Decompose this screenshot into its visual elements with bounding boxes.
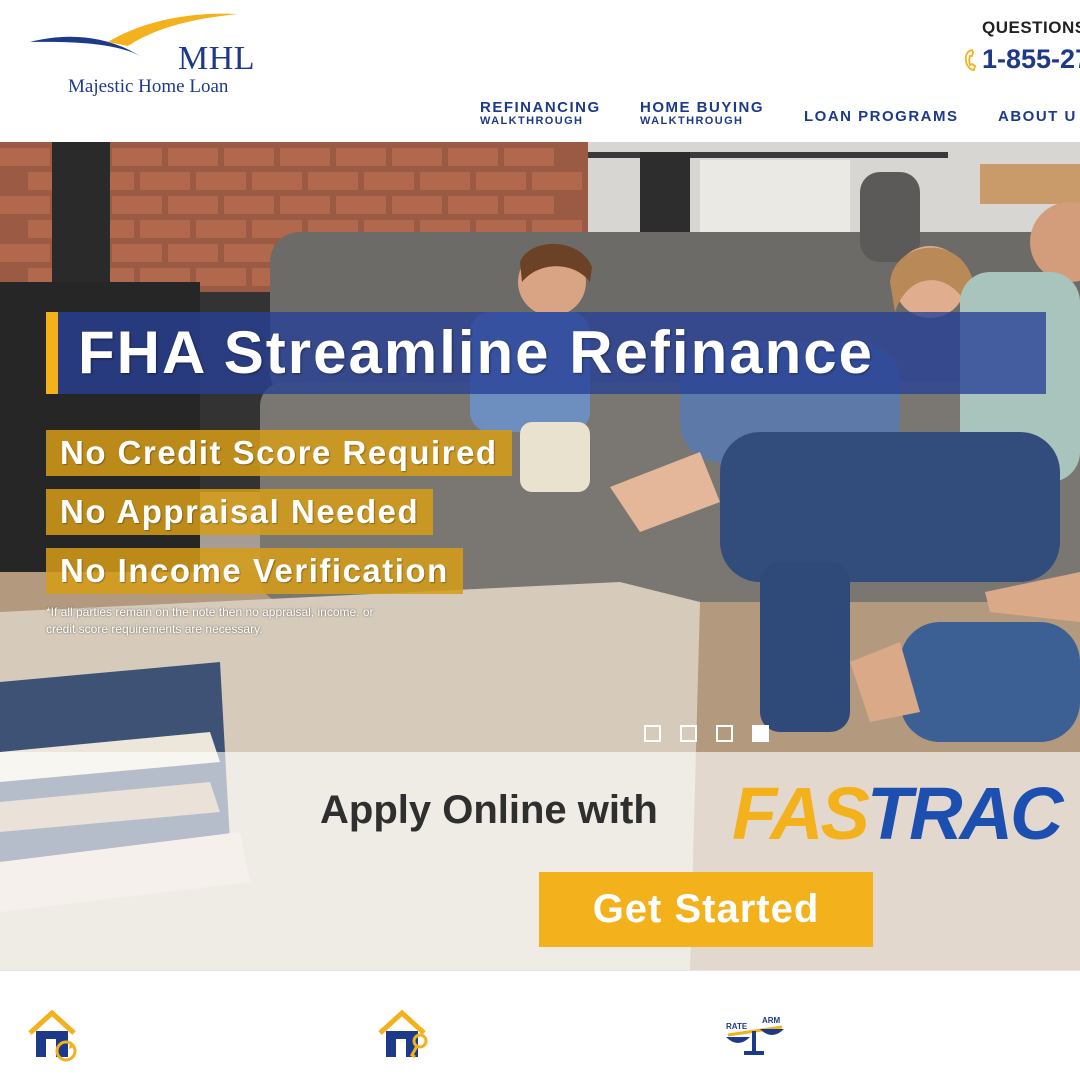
fastrac-logo-part2: TRAC [866, 772, 1064, 855]
nav-about-us[interactable]: ABOUT U [998, 108, 1077, 125]
nav-home-buying-line1: HOME BUYING [640, 99, 765, 116]
get-started-button[interactable]: Get Started [539, 872, 873, 947]
benefit-badge: No Credit Score Required [46, 430, 512, 476]
logo-company-name: Majestic Home Loan [68, 76, 229, 97]
rate-arm-scale-icon[interactable]: RATE ARM [724, 1015, 786, 1057]
house-key-icon[interactable] [376, 1007, 432, 1063]
scale-label-rate: RATE [726, 1022, 748, 1031]
slide-dot-4[interactable] [752, 725, 769, 742]
benefit-text: No Income Verification [60, 552, 449, 589]
apply-online-text: Apply Online with [320, 788, 658, 832]
logo-abbreviation: MHL [178, 40, 256, 77]
feature-icons-row: RATE ARM [0, 970, 1080, 1080]
hero-headline-banner: FHA Streamline Refinance [46, 312, 1046, 394]
nav-home-buying-walkthrough[interactable]: HOME BUYING WALKTHROUGH [640, 100, 764, 127]
site-header: MHL Majestic Home Loan QUESTIONS 1-855-2… [0, 0, 1080, 142]
benefit-text: No Appraisal Needed [60, 493, 420, 530]
apply-online-band: Apply Online with FASTRAC Get Started [0, 752, 1080, 970]
benefit-badge: No Income Verification [46, 548, 463, 594]
nav-refinancing-walkthrough[interactable]: REFINANCING WALKTHROUGH [480, 100, 601, 127]
phone-link[interactable]: 1-855-27 [962, 44, 1080, 75]
benefit-badge: No Appraisal Needed [46, 489, 434, 535]
slider-pagination [644, 725, 788, 742]
nav-loan-programs[interactable]: LOAN PROGRAMS [804, 108, 959, 125]
logo[interactable]: MHL Majestic Home Loan [28, 8, 255, 98]
scale-label-arm: ARM [762, 1016, 781, 1025]
phone-number[interactable]: 1-855-27 [982, 44, 1080, 75]
slide-dot-2[interactable] [680, 725, 697, 742]
hero-headline: FHA Streamline Refinance [78, 319, 874, 386]
nav-home-buying-line2: WALKTHROUGH [640, 115, 744, 127]
slide-dot-1[interactable] [644, 725, 661, 742]
hero-disclaimer: *If all parties remain on the note then … [46, 605, 374, 636]
phone-icon [964, 48, 977, 71]
house-refresh-icon[interactable] [26, 1007, 82, 1063]
fastrac-logo: FASTRAC [732, 772, 1064, 855]
benefit-text: No Credit Score Required [60, 434, 498, 471]
slide-dot-3[interactable] [716, 725, 733, 742]
nav-refinancing-line2: WALKTHROUGH [480, 115, 584, 127]
questions-label: QUESTIONS [982, 18, 1080, 37]
hero-slider: FHA Streamline Refinance No Credit Score… [0, 142, 1080, 970]
fastrac-logo-part1: FAS [732, 772, 870, 855]
nav-refinancing-line1: REFINANCING [480, 99, 601, 116]
